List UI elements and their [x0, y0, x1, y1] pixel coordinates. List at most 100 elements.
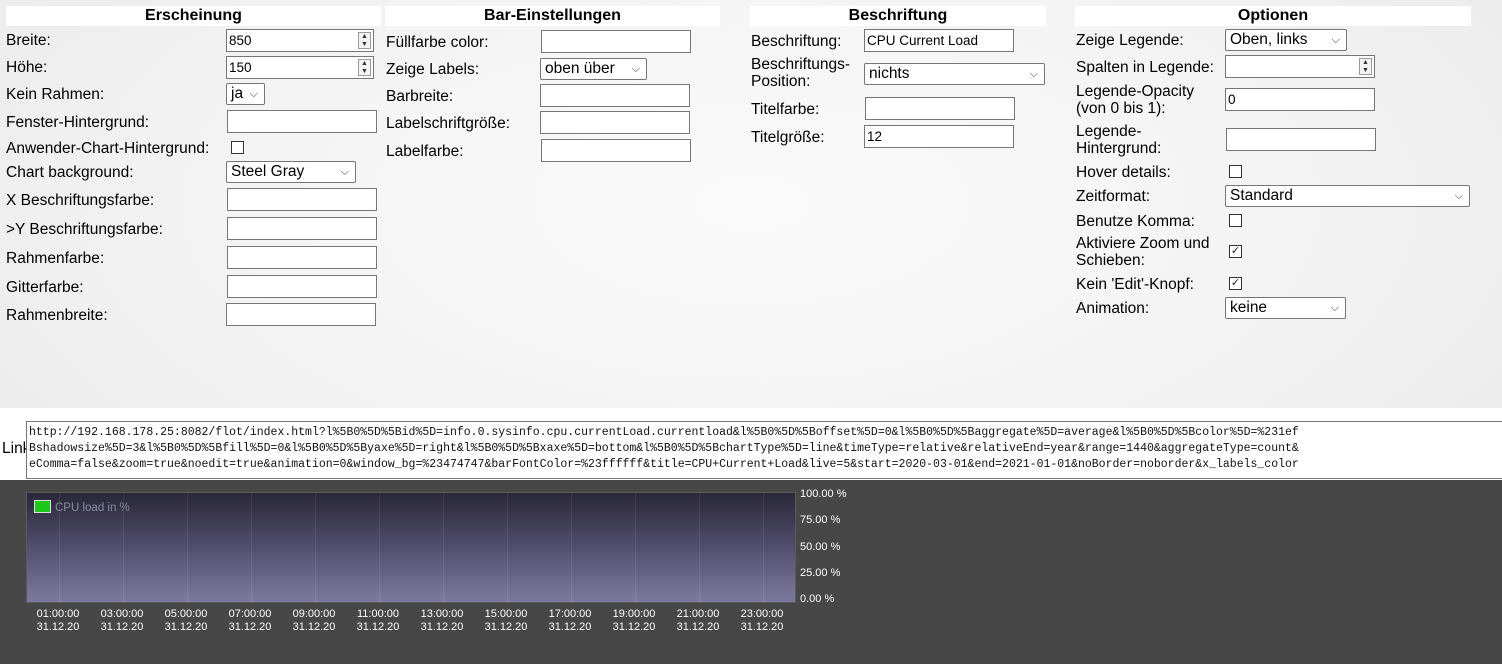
- settings-panel: Erscheinung Breite: 850 ▲ ▼ Höhe: 150 ▲ ▼ Ke…: [0, 0, 1502, 408]
- link-line: Bshadowsize%5D=3&l%5B0%5D%5Bfill%5D=0&l%…: [29, 442, 1299, 455]
- legend-swatch: [34, 500, 51, 513]
- x-tick-label: 15:00:00 31.12.20: [481, 608, 531, 634]
- grid-line: [379, 493, 380, 602]
- x-tick-time: 03:00:00: [100, 608, 144, 620]
- zeige-labels-label: Zeige Labels:: [386, 61, 480, 78]
- x-tick-time: 11:00:00: [356, 608, 399, 620]
- x-tick-date: 31.12.20: [228, 621, 272, 633]
- kein-rahmen-label: Kein Rahmen:: [6, 86, 105, 103]
- opacity-value: 0: [1228, 92, 1236, 107]
- titelgroesse-value: 12: [867, 129, 883, 144]
- x-tick-time: 05:00:00: [164, 608, 208, 620]
- section-title-bar: Bar-Einstellungen: [385, 6, 720, 26]
- rahmenfarbe-input[interactable]: [227, 246, 377, 269]
- noedit-label: Kein 'Edit'-Knopf:: [1076, 276, 1194, 293]
- y-tick-label: 50.00 %: [800, 540, 841, 553]
- kein-rahmen-select[interactable]: ja ⌵: [226, 83, 265, 105]
- x-tick-date: 31.12.20: [36, 621, 80, 633]
- hoehe-input[interactable]: 150 ▲ ▼: [226, 56, 374, 79]
- zoom-label-line1: Aktiviere Zoom und: [1076, 235, 1210, 252]
- zeitformat-select[interactable]: Standard ⌵: [1225, 185, 1470, 207]
- x-tick-time: 13:00:00: [420, 608, 464, 620]
- x-tick-date: 31.12.20: [100, 621, 144, 633]
- titelgroesse-input[interactable]: 12: [864, 125, 1014, 148]
- x-tick-label: 13:00:00 31.12.20: [417, 608, 467, 634]
- gitterfarbe-label: Gitterfarbe:: [6, 279, 84, 296]
- x-tick-time: 01:00:00: [36, 608, 80, 620]
- titelfarbe-input[interactable]: [865, 97, 1015, 120]
- spalten-spinner[interactable]: ▲ ▼: [1359, 58, 1372, 75]
- zoom-label-line2: Schieben:: [1076, 252, 1145, 269]
- komma-checkbox[interactable]: [1229, 214, 1242, 227]
- y-color-label: >Y Beschriftungsfarbe:: [6, 221, 163, 238]
- breite-spinner[interactable]: ▲ ▼: [358, 32, 371, 49]
- legende-bg-label-line2: Hintergrund:: [1076, 140, 1162, 157]
- x-tick-time: 15:00:00: [484, 608, 528, 620]
- rahmenbreite-input[interactable]: [226, 303, 376, 326]
- chevron-down-icon: ⌵: [1330, 302, 1339, 314]
- hover-checkbox[interactable]: [1229, 165, 1242, 178]
- kein-rahmen-value: ja: [231, 85, 244, 102]
- x-tick-time: 23:00:00: [740, 608, 784, 620]
- animation-label: Animation:: [1076, 300, 1150, 317]
- link-textarea[interactable]: http://192.168.178.25:8082/flot/index.ht…: [26, 421, 1502, 479]
- legende-value: Oben, links: [1230, 31, 1308, 48]
- grid-line: [763, 493, 764, 602]
- hoehe-spinner[interactable]: ▲ ▼: [358, 59, 371, 76]
- titelfarbe-label: Titelfarbe:: [751, 101, 820, 118]
- fenster-bg-input[interactable]: [227, 110, 377, 133]
- spalten-input[interactable]: ▲ ▼: [1225, 55, 1375, 78]
- plot-area[interactable]: [26, 492, 796, 603]
- breite-input[interactable]: 850 ▲ ▼: [226, 29, 374, 52]
- y-tick-label: 0.00 %: [800, 593, 835, 605]
- gitterfarbe-input[interactable]: [227, 275, 377, 298]
- section-title-beschriftung: Beschriftung: [750, 6, 1046, 26]
- grid-line: [571, 493, 572, 602]
- labelschrift-input[interactable]: [540, 111, 690, 134]
- zeitformat-value: Standard: [1230, 187, 1293, 204]
- grid-line: [315, 493, 316, 602]
- position-label-line1: Beschriftungs-: [751, 56, 851, 73]
- x-tick-date: 31.12.20: [292, 621, 336, 633]
- fuellfarbe-label: Füllfarbe color:: [386, 34, 489, 51]
- noedit-checkbox[interactable]: ✓: [1229, 277, 1242, 290]
- position-value: nichts: [869, 65, 910, 82]
- x-tick-date: 31.12.20: [548, 621, 592, 633]
- anwender-bg-checkbox[interactable]: [231, 141, 244, 154]
- beschriftung-label: Beschriftung:: [751, 33, 842, 50]
- x-tick-label: 03:00:00 31.12.20: [97, 608, 147, 634]
- breite-value: 850: [229, 33, 252, 48]
- x-tick-label: 19:00:00 31.12.20: [609, 608, 659, 634]
- breite-label: Breite:: [6, 32, 51, 49]
- position-select[interactable]: nichts ⌵: [864, 63, 1045, 85]
- x-tick-time: 21:00:00: [676, 608, 720, 620]
- x-tick-time: 19:00:00: [612, 608, 656, 620]
- anwender-bg-label: Anwender-Chart-Hintergrund:: [6, 140, 210, 157]
- labelfarbe-label: Labelfarbe:: [386, 143, 464, 160]
- x-tick-label: 11:00:00 31.12.20: [353, 608, 403, 634]
- check-icon: ✓: [1230, 277, 1241, 289]
- legende-bg-input[interactable]: [1226, 128, 1376, 151]
- y-tick-label: 25.00 %: [800, 566, 841, 579]
- section-title-optionen: Optionen: [1075, 6, 1471, 26]
- chart-bg-value: Steel Gray: [231, 163, 305, 180]
- opacity-input[interactable]: 0: [1225, 88, 1375, 111]
- labelfarbe-input[interactable]: [541, 139, 691, 162]
- fuellfarbe-input[interactable]: [541, 30, 691, 53]
- chart-bg-select[interactable]: Steel Gray ⌵: [226, 161, 356, 183]
- beschriftung-input[interactable]: CPU Current Load: [864, 29, 1014, 52]
- animation-select[interactable]: keine ⌵: [1225, 297, 1346, 319]
- zoom-checkbox[interactable]: ✓: [1229, 245, 1242, 258]
- x-tick-date: 31.12.20: [676, 621, 720, 633]
- chart-bg-label: Chart background:: [6, 164, 134, 181]
- x-tick-date: 31.12.20: [740, 621, 784, 633]
- x-color-input[interactable]: [227, 188, 377, 211]
- zeige-labels-select[interactable]: oben über ⌵: [540, 58, 647, 80]
- x-tick-date: 31.12.20: [420, 621, 464, 633]
- grid-line: [251, 493, 252, 602]
- x-tick-time: 07:00:00: [228, 608, 272, 620]
- y-color-input[interactable]: [227, 217, 377, 240]
- barbreite-input[interactable]: [540, 84, 690, 107]
- opacity-label-line1: Legende-Opacity: [1076, 83, 1195, 100]
- legende-select[interactable]: Oben, links ⌵: [1225, 29, 1347, 51]
